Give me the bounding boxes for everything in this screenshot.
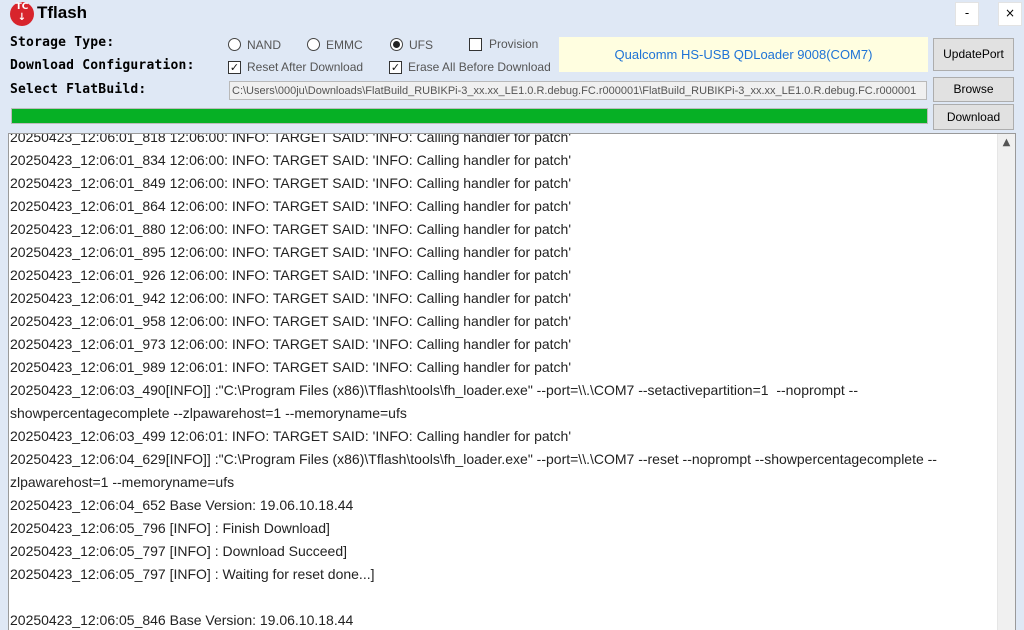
log-line: 20250423_12:06:01_942 12:06:00: INFO: TA…	[10, 290, 572, 306]
download-button[interactable]: Download	[933, 104, 1014, 130]
log-line: 20250423_12:06:01_818 12:06:00: INFO: TA…	[10, 133, 572, 145]
flatbuild-path-input[interactable]: C:\Users\000ju\Downloads\FlatBuild_RUBIK…	[229, 81, 927, 100]
log-line: 20250423_12:06:04_652 Base Version: 19.0…	[10, 497, 354, 513]
log-line: 20250423_12:06:01_864 12:06:00: INFO: TA…	[10, 198, 572, 214]
reset-after-download-label[interactable]: Reset After Download	[247, 60, 363, 74]
window-title: Tflash	[37, 3, 88, 22]
title-bar: TC ↓ Tflash - ×	[0, 0, 1024, 28]
ufs-radio-label[interactable]: UFS	[409, 38, 433, 52]
log-line: 20250423_12:06:03_490[INFO]] :"C:\Progra…	[10, 382, 858, 421]
minimize-button[interactable]: -	[955, 2, 979, 26]
log-line: 20250423_12:06:05_846 Base Version: 19.0…	[10, 612, 354, 628]
app-logo-text: TC	[15, 2, 29, 12]
log-line: 20250423_12:06:04_629[INFO]] :"C:\Progra…	[10, 451, 937, 490]
log-lines: 20250423_12:06:01_818 12:06:00: INFO: TA…	[10, 133, 985, 630]
erase-all-before-download-checkbox[interactable]: ✓	[389, 61, 402, 74]
select-flatbuild-label: Select FlatBuild:	[10, 82, 147, 97]
log-line: 20250423_12:06:01_880 12:06:00: INFO: TA…	[10, 221, 572, 237]
log-line: 20250423_12:06:01_849 12:06:00: INFO: TA…	[10, 175, 572, 191]
log-output-area[interactable]: 20250423_12:06:01_818 12:06:00: INFO: TA…	[8, 133, 1016, 630]
close-button[interactable]: ×	[998, 2, 1022, 26]
nand-radio-label[interactable]: NAND	[247, 38, 281, 52]
log-line: 20250423_12:06:01_834 12:06:00: INFO: TA…	[10, 152, 572, 168]
log-line: 20250423_12:06:01_973 12:06:00: INFO: TA…	[10, 336, 572, 352]
emmc-radio-label[interactable]: EMMC	[326, 38, 363, 52]
erase-all-before-download-label[interactable]: Erase All Before Download	[408, 60, 551, 74]
app-logo-icon: TC ↓	[10, 2, 34, 26]
provision-checkbox[interactable]	[469, 38, 482, 51]
download-arrow-icon: ↓	[17, 12, 27, 23]
progress-fill	[12, 109, 927, 123]
nand-radio[interactable]	[228, 38, 241, 51]
log-line: 20250423_12:06:03_499 12:06:01: INFO: TA…	[10, 428, 572, 444]
download-configuration-label: Download Configuration:	[10, 58, 195, 73]
ufs-radio[interactable]	[390, 38, 403, 51]
update-port-button[interactable]: UpdatePort	[933, 38, 1014, 71]
browse-button[interactable]: Browse	[933, 77, 1014, 102]
reset-after-download-checkbox[interactable]: ✓	[228, 61, 241, 74]
log-line: 20250423_12:06:05_797 [INFO] : Waiting f…	[10, 566, 375, 582]
port-status-display: Qualcomm HS-USB QDLoader 9008(COM7)	[559, 37, 928, 72]
emmc-radio[interactable]	[307, 38, 320, 51]
log-line: 20250423_12:06:01_989 12:06:01: INFO: TA…	[10, 359, 572, 375]
log-line: 20250423_12:06:05_797 [INFO] : Download …	[10, 543, 348, 559]
log-line: 20250423_12:06:01_926 12:06:00: INFO: TA…	[10, 267, 572, 283]
log-scrollbar[interactable]: ▲	[997, 134, 1015, 630]
log-line: 20250423_12:06:05_796 [INFO] : Finish Do…	[10, 520, 330, 536]
scroll-up-arrow-icon[interactable]: ▲	[998, 134, 1015, 151]
download-progress-bar	[11, 108, 928, 124]
log-line: 20250423_12:06:01_958 12:06:00: INFO: TA…	[10, 313, 572, 329]
provision-label[interactable]: Provision	[489, 37, 538, 51]
storage-type-label: Storage Type:	[10, 35, 115, 50]
log-line: 20250423_12:06:01_895 12:06:00: INFO: TA…	[10, 244, 572, 260]
